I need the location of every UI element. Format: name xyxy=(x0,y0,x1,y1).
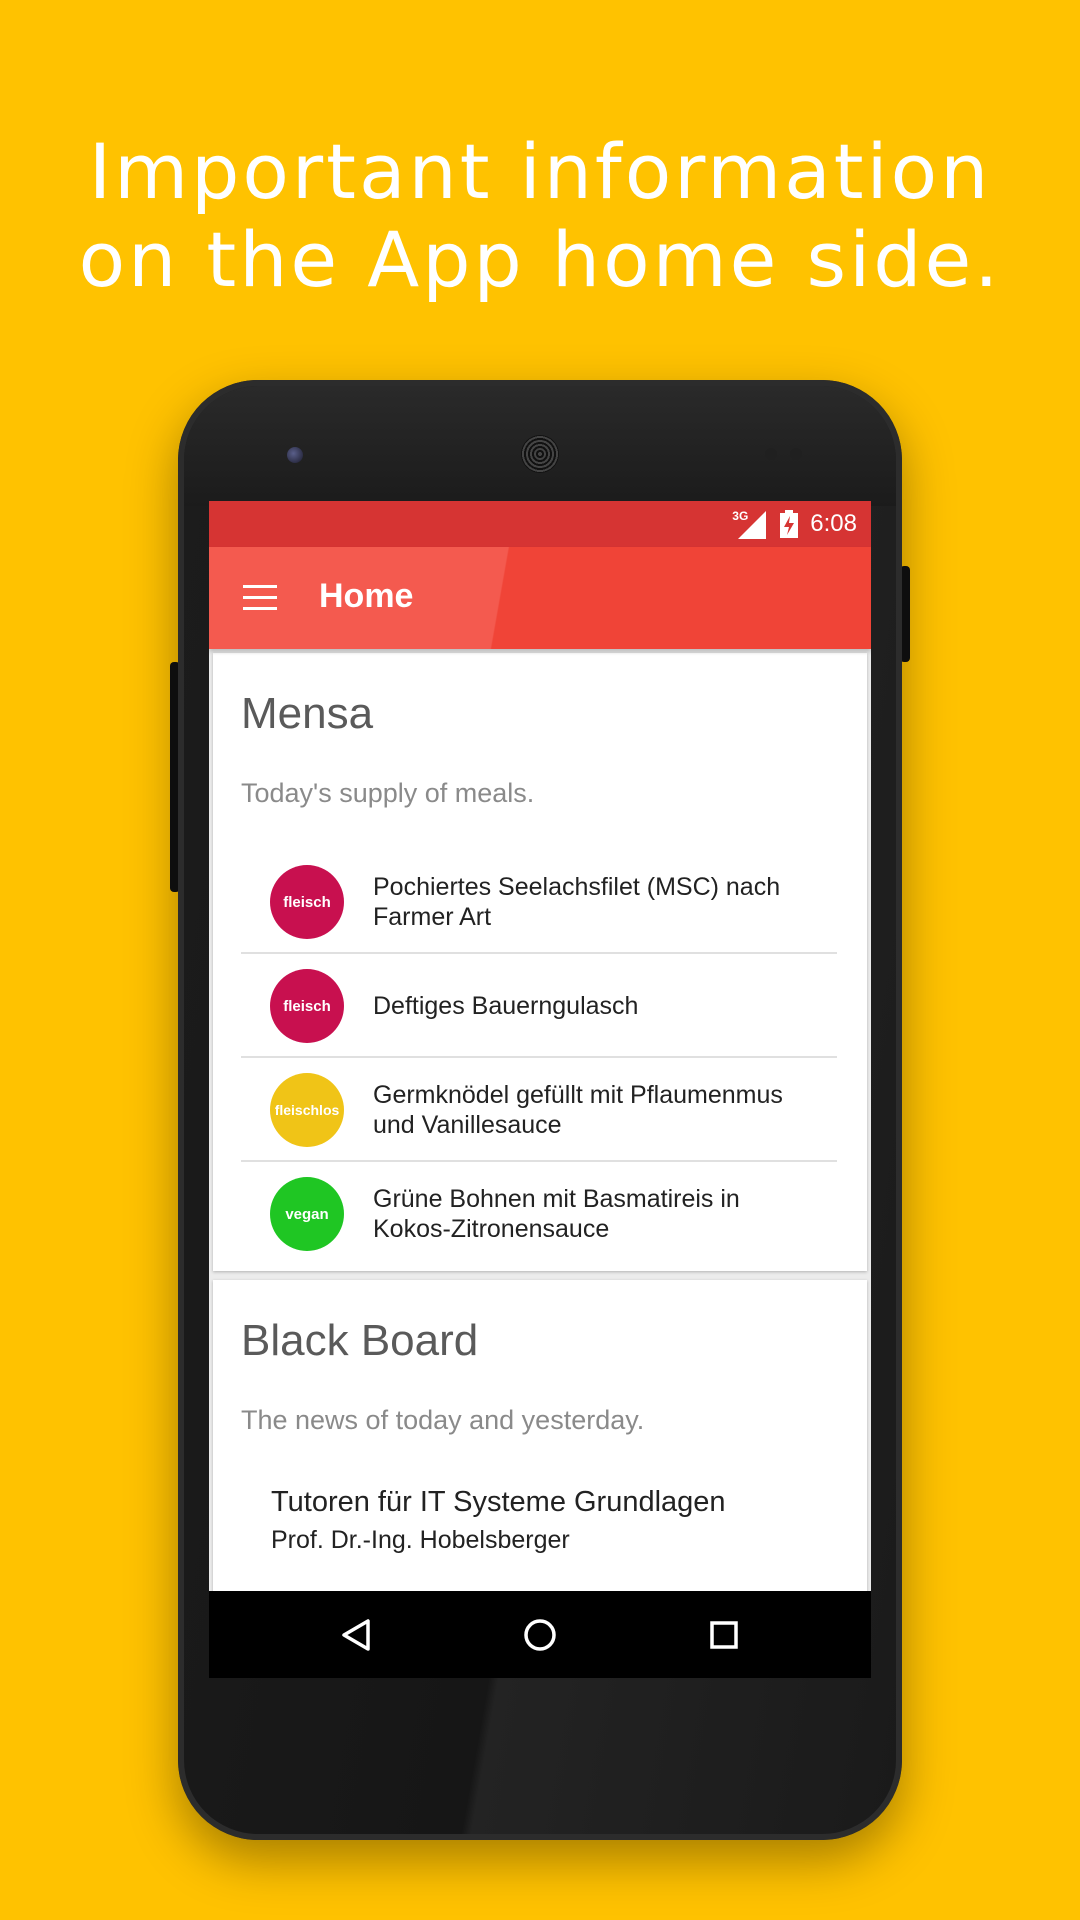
earpiece-speaker xyxy=(521,435,559,473)
meal-category-badge: vegan xyxy=(270,1177,344,1251)
app-bar-title: Home xyxy=(319,577,414,615)
status-bar: 3G 6:08 xyxy=(209,501,871,547)
meal-category-badge: fleischlos xyxy=(270,1073,344,1147)
app-bar: Home xyxy=(209,547,871,649)
proximity-sensor xyxy=(765,448,777,460)
mensa-card-title: Mensa xyxy=(241,689,374,738)
mensa-card-subtitle: Today's supply of meals. xyxy=(241,778,535,808)
meal-list-item[interactable]: vegan Grüne Bohnen mit Basmatireis in Ko… xyxy=(241,1162,837,1266)
news-list-item[interactable]: Tutoren für IT Systeme Grundlagen Prof. … xyxy=(213,1470,867,1570)
status-time: 6:08 xyxy=(810,510,857,537)
home-icon[interactable] xyxy=(520,1615,560,1655)
meal-name: Deftiges Bauerngulasch xyxy=(373,954,823,1058)
meal-list-item[interactable]: fleisch Deftiges Bauerngulasch xyxy=(241,954,837,1058)
news-title: Tutoren für IT Systeme Grundlagen xyxy=(271,1486,726,1518)
meal-name-text: Deftiges Bauerngulasch xyxy=(373,992,639,1020)
home-content[interactable]: Mensa Today's supply of meals. fleisch P… xyxy=(209,649,871,1592)
light-sensor xyxy=(790,448,802,460)
battery-charging-icon xyxy=(780,510,799,538)
front-camera-icon xyxy=(287,447,303,463)
meal-list-item[interactable]: fleischlos Germknödel gefüllt mit Pflaum… xyxy=(241,1058,837,1162)
phone-screen: 3G 6:08 Home Mensa Today's supply of mea… xyxy=(209,501,871,1678)
blackboard-card-subtitle: The news of today and yesterday. xyxy=(241,1405,645,1435)
meal-name-text: Pochiertes Seelachsfilet (MSC) nach Farm… xyxy=(373,873,781,931)
headline: Important information on the App home si… xyxy=(0,128,1080,304)
meal-list-item[interactable]: fleisch Pochiertes Seelachsfilet (MSC) n… xyxy=(241,850,837,954)
mensa-card[interactable]: Mensa Today's supply of meals. fleisch P… xyxy=(213,653,867,1271)
meal-name-text: Germknödel gefüllt mit Pflaumenmus und V… xyxy=(373,1081,783,1139)
headline-line-1: Important information xyxy=(88,127,992,216)
meal-name: Pochiertes Seelachsfilet (MSC) nach Farm… xyxy=(373,850,823,954)
blackboard-card[interactable]: Black Board The news of today and yester… xyxy=(213,1280,867,1592)
meal-name: Grüne Bohnen mit Basmatireis in Kokos-Zi… xyxy=(373,1162,823,1266)
news-author: Prof. Dr.-Ing. Hobelsberger xyxy=(271,1526,570,1554)
navigation-bar xyxy=(209,1591,871,1678)
meal-name: Germknödel gefüllt mit Pflaumenmus und V… xyxy=(373,1058,823,1162)
hamburger-menu-icon[interactable] xyxy=(243,585,277,611)
headline-line-2: on the App home side. xyxy=(78,215,1002,304)
meal-category-badge: fleisch xyxy=(270,969,344,1043)
recents-icon[interactable] xyxy=(704,1615,744,1655)
back-icon[interactable] xyxy=(336,1615,376,1655)
meal-name-text: Grüne Bohnen mit Basmatireis in Kokos-Zi… xyxy=(373,1185,740,1243)
network-signal-icon: 3G xyxy=(732,509,768,539)
blackboard-card-title: Black Board xyxy=(241,1316,479,1365)
meal-category-badge: fleisch xyxy=(270,865,344,939)
